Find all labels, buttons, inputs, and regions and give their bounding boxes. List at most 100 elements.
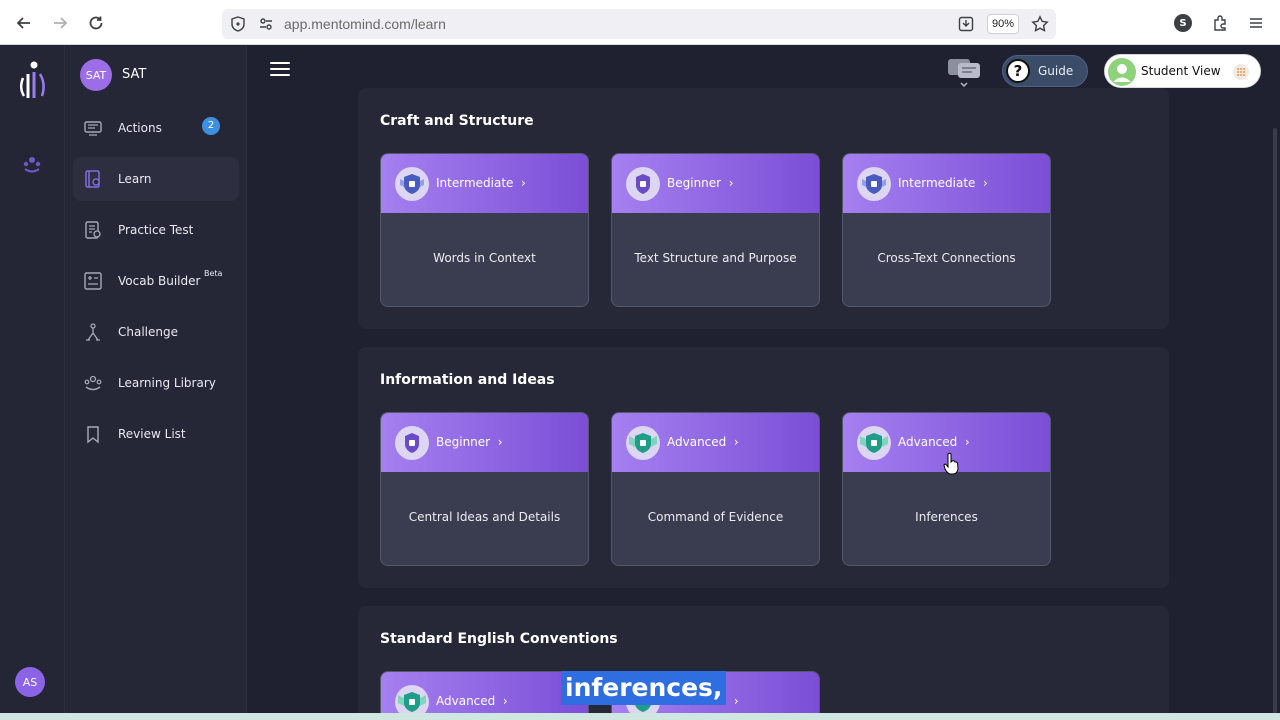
reload-icon[interactable] — [85, 12, 107, 34]
advanced-level-icon — [857, 426, 891, 460]
course-title: SAT — [122, 67, 147, 82]
intermediate-level-icon — [395, 167, 429, 201]
shield-icon[interactable] — [228, 14, 248, 34]
hand-cursor-icon — [943, 452, 959, 476]
student-view-button[interactable]: Student View — [1104, 54, 1261, 88]
section-standard-english-conventions: Standard English Conventions Advanced › … — [358, 606, 1169, 720]
actions-count-badge: 2 — [202, 117, 220, 135]
chat-icon[interactable] — [946, 55, 982, 89]
topic-card-central-ideas[interactable]: Beginner › Central Ideas and Details — [380, 412, 589, 566]
caption-overlay: inferences, — [561, 671, 727, 705]
topic-card-text-structure[interactable]: Beginner › Text Structure and Purpose — [611, 153, 820, 307]
level-label: Intermediate › — [898, 176, 988, 190]
sidebar-item-label: Learn — [118, 172, 152, 186]
guide-label: Guide — [1038, 64, 1074, 78]
profile-icon[interactable]: S — [1174, 14, 1192, 32]
library-icon — [83, 373, 103, 393]
card-title: Text Structure and Purpose — [634, 251, 797, 265]
level-text: Advanced — [898, 435, 958, 449]
card-header: Beginner › — [381, 413, 588, 472]
level-label: Advanced › — [898, 435, 970, 449]
beta-tag: Beta — [204, 269, 223, 278]
card-title: Cross-Text Connections — [877, 251, 1016, 265]
advanced-level-icon — [626, 426, 660, 460]
level-label: Beginner › — [667, 176, 734, 190]
level-text: Advanced — [436, 694, 496, 708]
community-icon[interactable] — [22, 154, 42, 174]
practice-test-icon — [83, 220, 103, 240]
level-text: Intermediate — [436, 176, 514, 190]
section-title: Standard English Conventions — [380, 631, 618, 647]
topic-card-cross-text-connections[interactable]: Intermediate › Cross-Text Connections — [842, 153, 1051, 307]
apps-grid-icon — [1233, 64, 1249, 80]
guide-button[interactable]: ? Guide — [1002, 55, 1088, 87]
sidebar-item-label: Vocab Builder — [118, 274, 201, 288]
level-label: Advanced › — [667, 435, 739, 449]
student-view-label: Student View — [1141, 64, 1221, 78]
student-avatar-icon — [1108, 58, 1136, 86]
level-text: Intermediate — [898, 176, 976, 190]
card-title: Inferences — [915, 510, 978, 524]
back-icon[interactable] — [13, 12, 35, 34]
bookmark-icon — [83, 424, 103, 444]
url-host: app.mentomind.com — [284, 16, 411, 32]
app-rail: AS — [0, 46, 65, 714]
forward-icon[interactable] — [49, 12, 71, 34]
section-craft-and-structure: Craft and Structure Intermediate › Words… — [358, 88, 1169, 329]
level-label: Advanced › — [436, 694, 508, 708]
card-title: Central Ideas and Details — [408, 510, 561, 524]
topic-card-command-of-evidence[interactable]: Advanced › Command of Evidence — [611, 412, 820, 566]
level-label: Beginner › — [436, 435, 503, 449]
help-icon: ? — [1006, 59, 1030, 83]
browser-menu-icon[interactable] — [1246, 13, 1266, 33]
bottom-strip — [0, 713, 1280, 720]
intermediate-level-icon — [857, 167, 891, 201]
sidebar-item-actions[interactable]: Actions 2 — [73, 106, 239, 150]
sidebar-item-learn[interactable]: Learn — [73, 157, 239, 201]
section-title: Information and Ideas — [380, 372, 555, 388]
sidebar-item-label: Actions — [118, 121, 162, 135]
app-logo-icon[interactable] — [16, 60, 48, 100]
browser-toolbar: app.mentomind.com/learn 90% S — [0, 0, 1280, 45]
section-title: Craft and Structure — [380, 113, 534, 129]
hamburger-menu-icon[interactable] — [270, 62, 290, 78]
card-title: Command of Evidence — [647, 510, 784, 524]
card-header: Intermediate › — [843, 154, 1050, 213]
topic-card-words-in-context[interactable]: Intermediate › Words in Context — [380, 153, 589, 307]
url-text: app.mentomind.com/learn — [284, 16, 446, 32]
level-label: Intermediate › — [436, 176, 526, 190]
beginner-level-icon — [626, 167, 660, 201]
url-path: /learn — [410, 16, 446, 32]
download-icon[interactable] — [956, 14, 976, 34]
section-information-and-ideas: Information and Ideas Beginner › Central… — [358, 347, 1169, 588]
actions-icon — [83, 118, 103, 138]
user-avatar[interactable]: AS — [15, 667, 45, 697]
site-settings-icon[interactable] — [256, 14, 276, 34]
sidebar-item-label: Challenge — [118, 325, 178, 339]
sidebar-item-label: Learning Library — [118, 376, 216, 390]
sidebar-item-label: Review List — [118, 427, 186, 441]
beginner-level-icon — [395, 426, 429, 460]
sidebar-item-label: Practice Test — [118, 223, 194, 237]
bookmark-star-icon[interactable] — [1030, 14, 1050, 34]
card-header: Advanced › — [612, 413, 819, 472]
sidebar-item-learning-library[interactable]: Learning Library — [73, 361, 239, 405]
card-title: Words in Context — [433, 251, 536, 265]
vocab-icon — [83, 271, 103, 291]
address-bar[interactable]: app.mentomind.com/learn 90% — [222, 9, 1056, 39]
card-header: Intermediate › — [381, 154, 588, 213]
level-text: Advanced — [667, 435, 727, 449]
zoom-level[interactable]: 90% — [987, 14, 1019, 34]
card-header: Beginner › — [612, 154, 819, 213]
course-avatar: SAT — [80, 59, 112, 91]
learn-icon — [83, 169, 103, 189]
level-text: Beginner — [436, 435, 491, 449]
sidebar-item-vocab-builder[interactable]: Vocab Builder Beta — [73, 259, 239, 303]
sidebar-item-review-list[interactable]: Review List — [73, 412, 239, 456]
sidebar-item-practice-test[interactable]: Practice Test — [73, 208, 239, 252]
page-scrollbar[interactable] — [1273, 128, 1277, 713]
topic-card-inferences[interactable]: Advanced › Inferences — [842, 412, 1051, 566]
extensions-icon[interactable] — [1210, 13, 1230, 33]
sidebar-item-challenge[interactable]: Challenge — [73, 310, 239, 354]
challenge-icon — [83, 322, 103, 342]
